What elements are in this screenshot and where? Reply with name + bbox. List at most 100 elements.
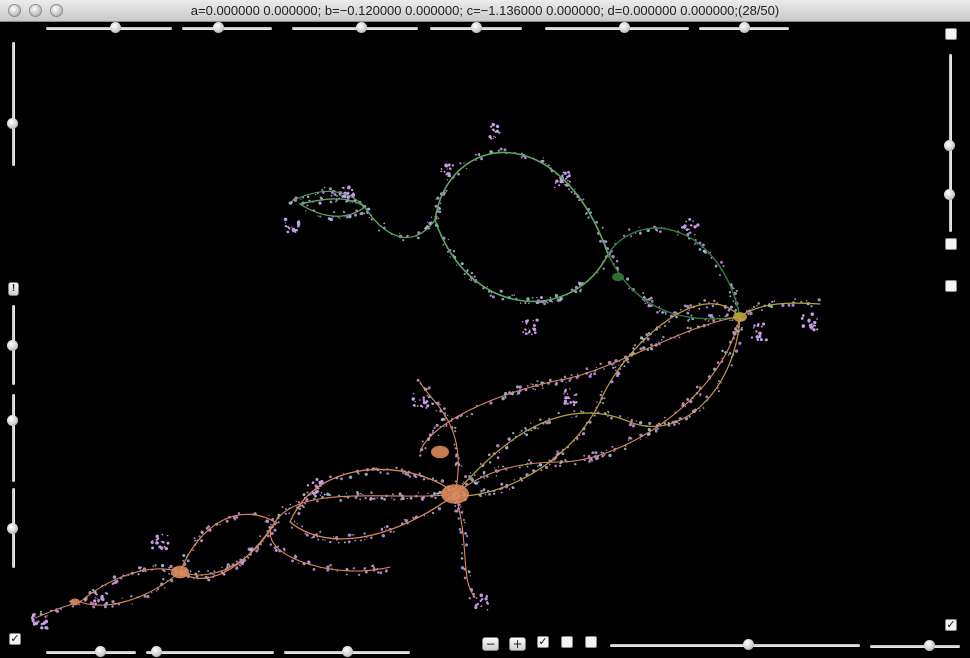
- slider-top-4[interactable]: [430, 22, 522, 34]
- slider-thumb[interactable]: [342, 646, 353, 657]
- fractal-spike-dot: [447, 172, 451, 175]
- slider-thumb[interactable]: [151, 646, 163, 657]
- fractal-fringe-dot: [664, 313, 667, 315]
- fractal-fringe-dot: [639, 336, 644, 340]
- bottom-checkbox-2[interactable]: [561, 636, 573, 648]
- slider-top-3[interactable]: [292, 22, 418, 34]
- fractal-spike-dot: [425, 406, 428, 409]
- slider-thumb[interactable]: [7, 415, 18, 427]
- right-mid-checkbox[interactable]: [945, 238, 957, 250]
- slider-bottom-4[interactable]: [610, 639, 860, 651]
- fractal-spike-dot: [497, 131, 500, 134]
- fractal-spike-dot: [757, 323, 760, 326]
- slider-bottom-1[interactable]: [46, 646, 136, 658]
- fractal-fringe-dot: [718, 274, 722, 277]
- window-title: a=0.000000 0.000000; b=−0.120000 0.00000…: [190, 3, 780, 18]
- fractal-fringe-dot: [277, 545, 280, 548]
- slider-thumb[interactable]: [923, 640, 935, 651]
- fractal-spike-dot: [759, 338, 763, 342]
- slider-thumb[interactable]: [944, 140, 955, 151]
- slider-left-2[interactable]: [7, 305, 19, 385]
- slider-thumb[interactable]: [471, 22, 482, 33]
- fractal-fringe-dot: [614, 366, 617, 369]
- slider-thumb[interactable]: [7, 340, 18, 351]
- slider-top-1[interactable]: [46, 22, 172, 34]
- slider-thumb[interactable]: [739, 22, 750, 33]
- slider-right-2[interactable]: [944, 162, 956, 232]
- slider-thumb[interactable]: [7, 117, 18, 129]
- fractal-fringe-dot: [679, 308, 682, 311]
- slider-thumb[interactable]: [619, 22, 631, 33]
- fractal-fringe-dot: [479, 462, 482, 465]
- bottom-left-checkbox[interactable]: ✓: [9, 633, 21, 645]
- fractal-fringe-dot: [526, 297, 530, 301]
- fractal-fringe-dot: [440, 479, 445, 483]
- fractal-fringe-dot: [630, 418, 634, 422]
- fractal-fringe-dot: [662, 335, 665, 339]
- fractal-fringe-dot: [370, 491, 373, 494]
- fractal-fringe-dot: [633, 344, 636, 347]
- fractal-fringe-dot: [358, 573, 361, 577]
- fractal-fringe-dot: [607, 415, 609, 418]
- fractal-fringe-dot: [363, 567, 367, 570]
- fractal-fringe-dot: [221, 566, 223, 569]
- fractal-spike-dot: [310, 494, 312, 496]
- zoom-out-button[interactable]: −: [482, 637, 499, 651]
- slider-thumb[interactable]: [7, 523, 18, 534]
- slider-bottom-3[interactable]: [284, 646, 410, 658]
- fractal-fringe-dot: [430, 216, 433, 218]
- fractal-spike-dot: [816, 328, 819, 331]
- slider-top-2[interactable]: [182, 22, 272, 34]
- zoom-in-button[interactable]: +: [509, 637, 526, 651]
- fractal-fringe-dot: [294, 521, 296, 523]
- slider-top-6[interactable]: [699, 22, 789, 34]
- fractal-fringe-dot: [543, 302, 546, 306]
- slider-bottom-2[interactable]: [146, 646, 274, 658]
- slider-thumb[interactable]: [944, 188, 955, 200]
- fractal-spike-dot: [412, 392, 415, 395]
- slider-left-1[interactable]: [7, 42, 19, 166]
- slider-thumb[interactable]: [110, 22, 122, 33]
- slider-bottom-5[interactable]: [870, 640, 960, 652]
- bottom-checkbox-3[interactable]: [585, 636, 597, 648]
- fractal-fringe-dot: [460, 552, 463, 555]
- bottom-checkbox-1[interactable]: ✓: [537, 636, 549, 648]
- bottom-right-checkbox[interactable]: ✓: [945, 619, 957, 631]
- fractal-spike-dot: [528, 330, 531, 334]
- fractal-fringe-dot: [628, 287, 630, 290]
- fractal-fringe-dot: [71, 605, 75, 608]
- fractal-spike-dot: [155, 541, 159, 545]
- fractal-fringe-dot: [455, 454, 458, 458]
- fractal-fringe-dot: [626, 277, 630, 281]
- fractal-fringe-dot: [686, 397, 690, 401]
- slider-thumb[interactable]: [95, 646, 106, 657]
- fractal-fringe-dot: [557, 411, 560, 415]
- fractal-spike-dot: [755, 330, 758, 333]
- fractal-fringe-dot: [722, 264, 725, 268]
- fractal-fringe-dot: [270, 523, 272, 526]
- fractal-fringe-dot: [595, 366, 598, 369]
- fractal-canvas[interactable]: ! ✓ ✓ − + ✓: [0, 22, 970, 657]
- right-lower-checkbox[interactable]: [945, 280, 957, 292]
- right-top-checkbox[interactable]: [945, 28, 957, 40]
- fractal-spike-dot: [689, 231, 692, 234]
- slider-top-5[interactable]: [545, 22, 689, 34]
- fractal-fringe-dot: [548, 378, 552, 382]
- fractal-fringe-dot: [169, 564, 173, 569]
- slider-left-4[interactable]: [7, 488, 19, 568]
- fractal-fringe-dot: [469, 472, 472, 474]
- fractal-fringe-dot: [319, 196, 322, 199]
- slider-thumb[interactable]: [213, 22, 224, 33]
- fractal-fringe-dot: [489, 401, 493, 405]
- fractal-spike-dot: [291, 226, 293, 228]
- fractal-fringe-dot: [137, 566, 142, 570]
- fractal-spike-dot: [685, 228, 689, 231]
- fractal-fringe-dot: [698, 248, 702, 251]
- fractal-fringe-dot: [363, 532, 366, 535]
- slider-thumb[interactable]: [742, 639, 754, 650]
- slider-thumb[interactable]: [356, 22, 368, 33]
- slider-left-3[interactable]: [7, 394, 19, 482]
- fractal-fringe-dot: [530, 429, 533, 432]
- left-toggle-button[interactable]: !: [8, 282, 19, 296]
- fractal-fringe-dot: [460, 262, 464, 266]
